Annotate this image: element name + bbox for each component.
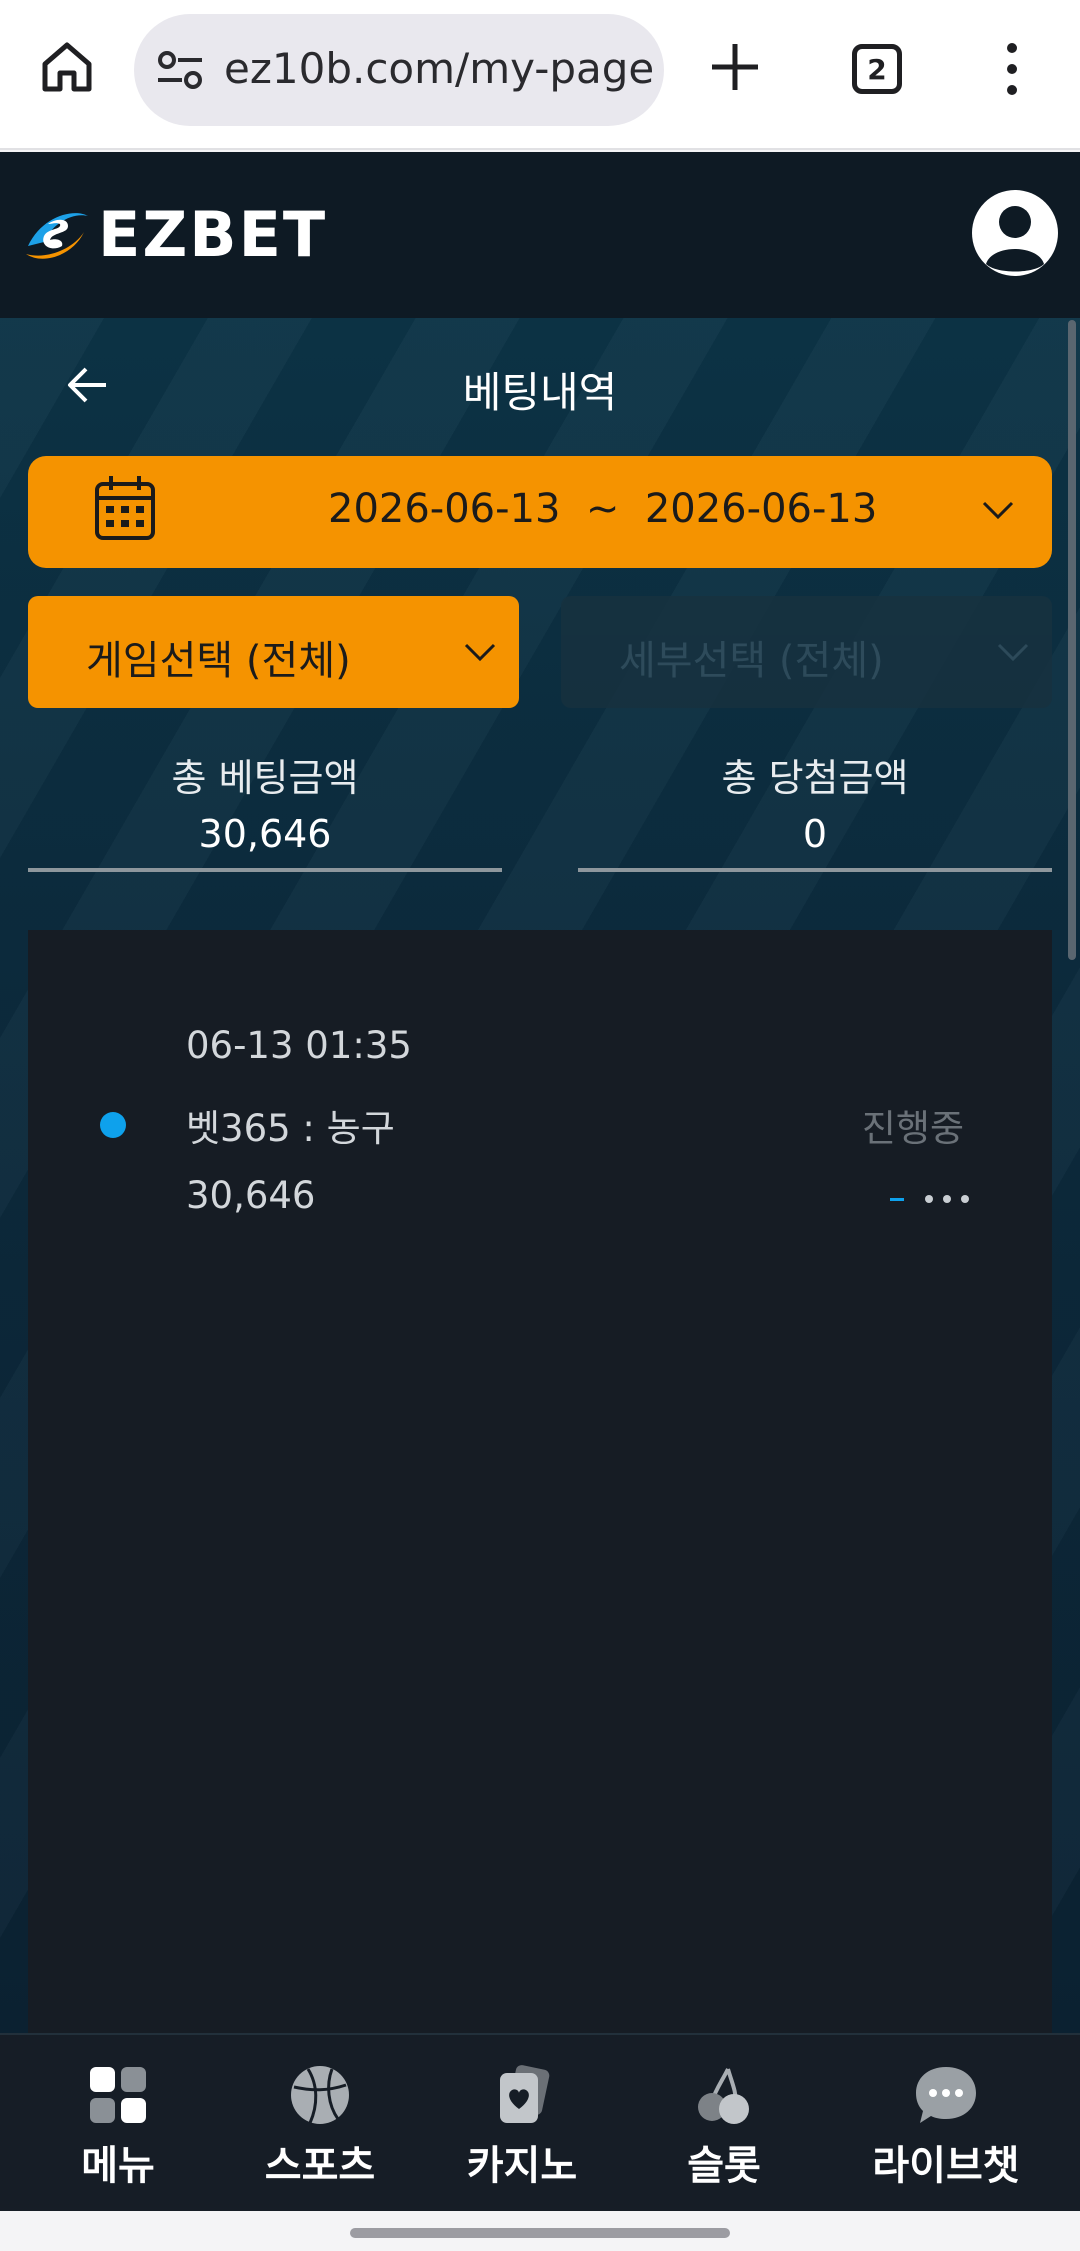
address-bar[interactable]: ez10b.com/my-page <box>134 14 664 126</box>
system-gesture-area <box>0 2211 1080 2251</box>
bet-game: 벳365 : 농구 <box>186 1107 395 1150</box>
nav-casino[interactable]: 카지노 <box>432 2049 612 2199</box>
cherry-icon <box>698 2068 749 2124</box>
bet-history-list: 06-13 01:35 벳365 : 농구 30,646 진행중 <box>28 930 1052 2033</box>
total-bet-summary: 총 베팅금액 30,646 <box>28 752 502 872</box>
url-text: ez10b.com/my-page <box>224 44 655 93</box>
nav-slots[interactable]: 슬롯 <box>634 2049 814 2199</box>
nav-casino-label: 카지노 <box>466 2143 578 2189</box>
browser-toolbar: ez10b.com/my-page 2 <box>0 0 1080 150</box>
nav-livechat[interactable]: 라이브챗 <box>856 2049 1036 2199</box>
more-dots-icon[interactable] <box>924 1192 970 1206</box>
ezbet-logo[interactable]: EZBET <box>22 198 327 271</box>
chevron-down-icon <box>464 643 496 662</box>
chat-bubble-icon <box>916 2067 976 2123</box>
site-settings-icon[interactable] <box>156 50 204 90</box>
date-range-text: 2026-06-13 ~ 2026-06-13 <box>328 486 878 532</box>
logo-mark-icon <box>26 213 88 259</box>
bet-amount: 30,646 <box>186 1174 316 1217</box>
page-header: 베팅내역 <box>0 345 1080 425</box>
game-select-dropdown[interactable]: 게임선택 (전체) <box>28 596 519 708</box>
tab-switcher-button[interactable]: 2 <box>852 44 902 94</box>
gesture-handle[interactable] <box>350 2228 730 2238</box>
basketball-icon <box>291 2066 349 2124</box>
nav-menu[interactable]: 메뉴 <box>28 2049 208 2199</box>
nav-livechat-label: 라이브챗 <box>872 2143 1020 2189</box>
detail-select-label: 세부선택 (전체) <box>619 638 884 684</box>
chevron-down-icon <box>982 501 1014 520</box>
total-win-summary: 총 당첨금액 0 <box>578 752 1052 872</box>
result-dash <box>890 1198 904 1201</box>
page-title: 베팅내역 <box>462 368 618 417</box>
total-win-value: 0 <box>802 812 828 856</box>
status-dot-icon <box>100 1112 126 1138</box>
game-select-label: 게임선택 (전체) <box>86 638 351 684</box>
total-win-label: 총 당첨금액 <box>721 756 909 800</box>
total-bet-value: 30,646 <box>198 812 332 856</box>
home-icon[interactable] <box>38 38 96 96</box>
bet-history-item[interactable]: 06-13 01:35 벳365 : 농구 30,646 진행중 <box>28 930 1052 1250</box>
casino-cards-icon <box>500 2065 550 2123</box>
detail-select-dropdown: 세부선택 (전체) <box>561 596 1052 708</box>
bet-status: 진행중 <box>861 1107 964 1150</box>
profile-avatar-icon[interactable] <box>972 190 1058 276</box>
nav-slots-label: 슬롯 <box>687 2143 761 2189</box>
nav-sports-label: 스포츠 <box>264 2143 376 2189</box>
nav-menu-label: 메뉴 <box>81 2143 155 2189</box>
bottom-navigation: 메뉴 스포츠 카지노 슬롯 라이브챗 <box>0 2033 1080 2211</box>
date-range-picker[interactable]: 2026-06-13 ~ 2026-06-13 <box>28 456 1052 568</box>
new-tab-icon[interactable] <box>708 40 762 94</box>
menu-grid-icon <box>90 2067 146 2123</box>
chevron-down-icon <box>997 643 1029 662</box>
bet-datetime: 06-13 01:35 <box>186 1024 412 1067</box>
total-bet-label: 총 베팅금액 <box>171 756 359 800</box>
more-options-icon[interactable] <box>1000 42 1024 96</box>
calendar-icon <box>95 476 155 540</box>
app-header: EZBET <box>0 152 1080 318</box>
nav-sports[interactable]: 스포츠 <box>230 2049 410 2199</box>
logo-text: EZBET <box>98 197 328 271</box>
